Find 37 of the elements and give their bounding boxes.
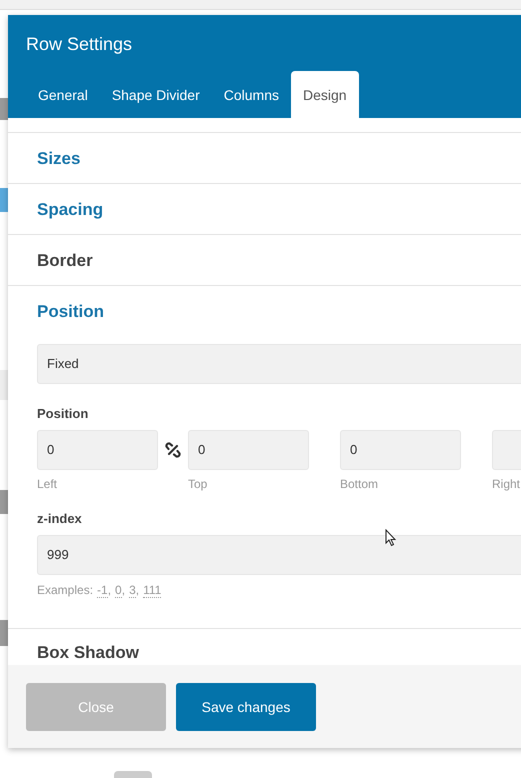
background-bar bbox=[0, 188, 8, 212]
field-label: z-index bbox=[37, 511, 83, 526]
example-link[interactable]: 0 bbox=[115, 583, 122, 598]
tab[interactable]: General bbox=[26, 71, 100, 118]
background-bar bbox=[0, 98, 8, 120]
separator-text: , bbox=[136, 583, 140, 598]
background-bar bbox=[0, 490, 8, 514]
window-title: Row Settings bbox=[26, 33, 134, 56]
input-field[interactable]: 0 bbox=[37, 430, 158, 470]
example-link[interactable]: -1 bbox=[97, 583, 108, 598]
input-field[interactable]: 999 bbox=[37, 535, 521, 575]
cursor-icon bbox=[385, 529, 397, 547]
section-header[interactable]: Sizes bbox=[8, 133, 521, 183]
tab[interactable]: Columns bbox=[212, 71, 291, 118]
field-hint: Left bbox=[37, 477, 58, 491]
field-hint: Bottom bbox=[340, 477, 380, 491]
section-header[interactable]: Spacing bbox=[8, 184, 521, 234]
tab[interactable]: Shape Divider bbox=[100, 71, 212, 118]
background-bar bbox=[0, 620, 8, 646]
example-link[interactable]: 3 bbox=[129, 583, 136, 598]
hint-label: Examples: bbox=[37, 583, 94, 598]
tab[interactable]: Design bbox=[291, 71, 359, 118]
section-header[interactable]: Box Shadow bbox=[8, 629, 521, 665]
save-button[interactable]: Save changes bbox=[176, 682, 316, 730]
background-bar bbox=[0, 370, 8, 400]
section-header[interactable]: Position bbox=[8, 286, 521, 336]
input-field[interactable]: 0 bbox=[188, 430, 309, 470]
example-link[interactable]: 111 bbox=[143, 583, 162, 598]
separator-text: , bbox=[108, 583, 112, 598]
field-hint: Top bbox=[188, 477, 208, 491]
separator-text: , bbox=[122, 583, 126, 598]
field-hint: Right bbox=[492, 477, 521, 491]
unlink-icon[interactable] bbox=[165, 442, 181, 458]
section-header[interactable]: Border bbox=[8, 235, 521, 285]
field-label: Position bbox=[37, 406, 90, 421]
position-select[interactable]: Fixed bbox=[37, 344, 521, 384]
input-field[interactable]: 0 bbox=[340, 430, 461, 470]
